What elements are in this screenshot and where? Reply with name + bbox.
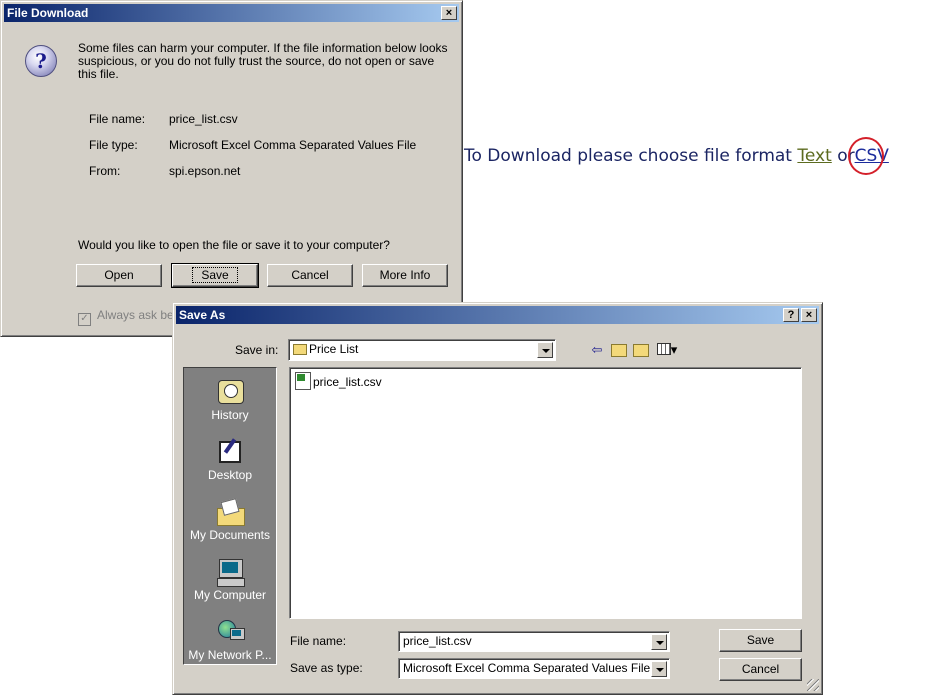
save-button-label: Save xyxy=(192,267,238,283)
resize-grip[interactable] xyxy=(807,679,819,691)
places-item-label: My Computer xyxy=(193,588,267,602)
cancel-button-label: Cancel xyxy=(741,662,780,676)
close-button[interactable]: × xyxy=(801,308,817,322)
help-button[interactable]: ? xyxy=(783,308,799,322)
file-name-label: File name: xyxy=(89,112,146,126)
save-button[interactable]: Save xyxy=(171,263,259,288)
folder-icon xyxy=(293,344,307,355)
views-menu-icon[interactable]: ▾ xyxy=(654,341,680,359)
download-format-prompt: To Download please choose file format Te… xyxy=(464,137,889,175)
file-name-value: price_list.csv xyxy=(169,112,238,126)
places-item-label: History xyxy=(211,408,249,422)
places-item-my-computer[interactable]: My Computer xyxy=(184,558,276,602)
more-info-button-label: More Info xyxy=(379,268,431,282)
places-item-history[interactable]: History xyxy=(184,378,276,422)
places-item-my-documents[interactable]: My Documents xyxy=(184,498,276,542)
chevron-down-icon[interactable] xyxy=(537,342,553,358)
save-button-label: Save xyxy=(746,633,775,647)
places-item-label: My Documents xyxy=(189,528,271,542)
close-icon: × xyxy=(805,309,813,321)
back-icon[interactable]: ⇦ xyxy=(588,341,606,359)
open-button-label: Open xyxy=(104,268,134,282)
open-or-save-question: Would you like to open the file or save … xyxy=(78,238,390,252)
my-computer-icon xyxy=(216,558,245,587)
file-type-value: Microsoft Excel Comma Separated Values F… xyxy=(169,138,417,152)
file-download-dialog: File Download × ? Some files can harm yo… xyxy=(0,0,463,337)
text-format-link[interactable]: Text xyxy=(797,146,831,166)
desktop-icon xyxy=(216,438,244,466)
close-button[interactable]: × xyxy=(441,6,457,20)
save-as-titlebar[interactable]: Save As ? × xyxy=(176,306,819,324)
places-item-label: My Network P... xyxy=(188,648,272,662)
up-one-level-icon[interactable] xyxy=(610,341,628,359)
more-info-button[interactable]: More Info xyxy=(362,264,448,287)
places-bar: History Desktop My Documents My Computer… xyxy=(183,367,277,665)
save-button[interactable]: Save xyxy=(719,629,802,652)
save-in-dropdown[interactable]: Price List xyxy=(288,339,556,361)
chevron-down-icon[interactable] xyxy=(651,661,667,677)
chevron-down-icon: ▾ xyxy=(670,342,678,357)
save-as-type-label: Save as type: xyxy=(290,661,363,675)
cancel-button-label: Cancel xyxy=(291,268,329,282)
open-button[interactable]: Open xyxy=(76,264,162,287)
from-value: spi.epson.net xyxy=(169,164,241,178)
question-icon: ? xyxy=(25,45,57,77)
places-item-my-network-places[interactable]: My Network P... xyxy=(184,618,276,662)
file-download-title: File Download xyxy=(7,6,89,20)
help-icon: ? xyxy=(787,309,795,321)
history-icon xyxy=(216,378,244,406)
my-network-places-icon xyxy=(216,618,245,646)
file-item-name: price_list.csv xyxy=(313,375,382,389)
checkmark-icon: ✓ xyxy=(78,313,91,326)
file-list[interactable]: price_list.csv xyxy=(289,367,802,619)
save-in-label: Save in: xyxy=(235,343,279,357)
save-as-title: Save As xyxy=(179,308,226,322)
save-in-value: Price List xyxy=(309,342,359,356)
cancel-button[interactable]: Cancel xyxy=(267,264,353,287)
places-item-desktop[interactable]: Desktop xyxy=(184,438,276,482)
file-name-field[interactable]: price_list.csv xyxy=(398,631,670,652)
file-type-label: File type: xyxy=(89,138,138,152)
file-name-value: price_list.csv xyxy=(403,634,472,648)
warning-text: Some files can harm your computer. If th… xyxy=(78,41,448,81)
my-documents-icon xyxy=(216,498,245,526)
prompt-text: To Download please choose file format xyxy=(464,146,792,166)
close-icon: × xyxy=(445,7,453,19)
highlight-circle xyxy=(847,137,884,175)
new-folder-icon[interactable] xyxy=(632,341,650,359)
places-item-label: Desktop xyxy=(207,468,253,482)
save-as-type-dropdown[interactable]: Microsoft Excel Comma Separated Values F… xyxy=(398,658,670,679)
chevron-down-icon[interactable] xyxy=(651,634,667,650)
file-name-label: File name: xyxy=(290,634,347,648)
save-as-dialog: Save As ? × Save in: Price List ⇦ ▾ Hist… xyxy=(172,302,823,695)
always-ask-label: Always ask bef xyxy=(97,308,178,322)
cancel-button[interactable]: Cancel xyxy=(719,658,802,681)
list-item[interactable]: price_list.csv xyxy=(295,372,382,390)
csv-format-link[interactable]: CSV xyxy=(847,137,889,175)
file-download-titlebar[interactable]: File Download × xyxy=(4,4,459,22)
save-as-type-value: Microsoft Excel Comma Separated Values F… xyxy=(403,661,651,675)
from-label: From: xyxy=(89,164,121,178)
excel-csv-file-icon xyxy=(295,372,311,390)
always-ask-checkbox[interactable]: ✓ Always ask bef xyxy=(78,308,177,326)
